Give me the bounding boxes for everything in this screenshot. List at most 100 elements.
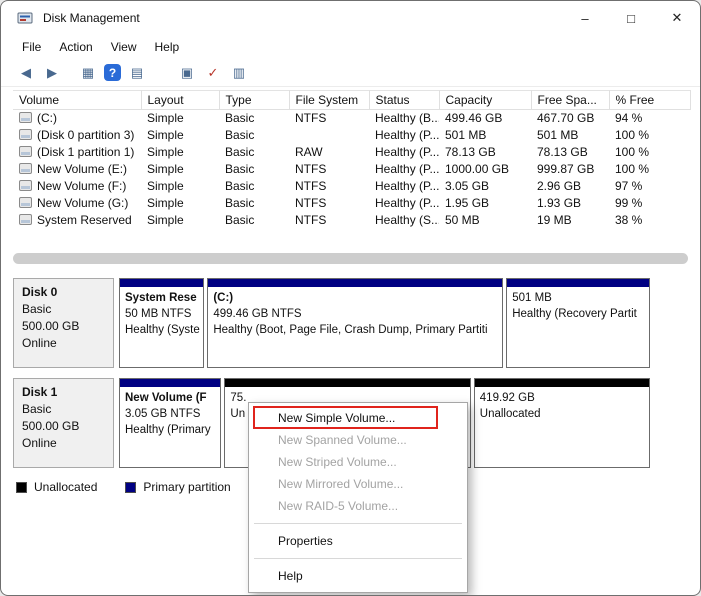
- partition-text-line: Healthy (Primary: [125, 422, 215, 438]
- cell-layout: Simple: [141, 195, 219, 212]
- partition-color-strip: [120, 279, 203, 287]
- partition[interactable]: New Volume (F3.05 GB NTFSHealthy (Primar…: [119, 378, 221, 468]
- legend-swatch: [125, 482, 136, 493]
- table-row[interactable]: (Disk 1 partition 1)SimpleBasicRAWHealth…: [13, 144, 690, 161]
- horizontal-scrollbar[interactable]: [13, 253, 688, 264]
- help-icon[interactable]: ?: [104, 64, 121, 81]
- cell-file-system: RAW: [289, 144, 369, 161]
- cell-type: Basic: [219, 127, 289, 144]
- cell-capacity: 1000.00 GB: [439, 161, 531, 178]
- volume-icon: [19, 129, 32, 140]
- menu-action[interactable]: Action: [50, 37, 101, 57]
- cell-volume: New Volume (F:): [13, 178, 141, 195]
- menu-bar: FileActionViewHelp: [1, 35, 700, 59]
- column-header-file-system[interactable]: File System: [289, 91, 369, 110]
- legend-swatch: [16, 482, 27, 493]
- column-header-status[interactable]: Status: [369, 91, 439, 110]
- maximize-button[interactable]: □: [608, 1, 654, 35]
- column-header-free-space[interactable]: Free Spa...: [531, 91, 609, 110]
- cell-capacity: 501 MB: [439, 127, 531, 144]
- cell-type: Basic: [219, 212, 289, 229]
- cell-free-space: 501 MB: [531, 127, 609, 144]
- forward-icon[interactable]: ▶: [42, 63, 62, 83]
- disk-size: 500.00 GB: [22, 418, 105, 435]
- legend-item-unallocated: Unallocated: [16, 480, 97, 494]
- toolbar: ◀ ▶ ▦? ▤ ▣ ✓ ▥: [1, 59, 700, 87]
- cell-free-space: 78.13 GB: [531, 144, 609, 161]
- disk-label-0[interactable]: Disk 0Basic500.00 GBOnline: [13, 278, 114, 368]
- partition[interactable]: 419.92 GBUnallocated: [474, 378, 650, 468]
- partition[interactable]: System Rese50 MB NTFSHealthy (Syste: [119, 278, 204, 368]
- menu-item-new-mirrored-volume[interactable]: New Mirrored Volume...: [251, 473, 465, 495]
- menu-separator: [254, 523, 462, 524]
- partition-area: System Rese50 MB NTFSHealthy (Syste(C:)4…: [119, 278, 688, 368]
- cell-volume: (Disk 0 partition 3): [13, 127, 141, 144]
- table-row[interactable]: New Volume (F:)SimpleBasicNTFSHealthy (P…: [13, 178, 690, 195]
- action-pane-icon[interactable]: ▤: [127, 63, 147, 83]
- column-header-pct-free[interactable]: % Free: [609, 91, 690, 110]
- minimize-button[interactable]: –: [562, 1, 608, 35]
- volume-name: (Disk 1 partition 1): [37, 145, 134, 159]
- cell-file-system: [289, 127, 369, 144]
- menu-item-help[interactable]: Help: [251, 565, 465, 587]
- volume-icon: [19, 180, 32, 191]
- menu-item-new-striped-volume[interactable]: New Striped Volume...: [251, 451, 465, 473]
- table-row[interactable]: (C:)SimpleBasicNTFSHealthy (B...499.46 G…: [13, 110, 690, 127]
- partition-text-line: Healthy (Boot, Page File, Crash Dump, Pr…: [213, 322, 497, 338]
- volume-icon: [19, 163, 32, 174]
- table-row[interactable]: System ReservedSimpleBasicNTFSHealthy (S…: [13, 212, 690, 229]
- volume-icon: [19, 214, 32, 225]
- cell-volume: New Volume (E:): [13, 161, 141, 178]
- disk-status: Online: [22, 435, 105, 452]
- column-header-layout[interactable]: Layout: [141, 91, 219, 110]
- view-options-icon[interactable]: ▥: [229, 63, 249, 83]
- cell-free-space: 999.87 GB: [531, 161, 609, 178]
- partition-text-line: (C:): [213, 290, 497, 306]
- menu-file[interactable]: File: [13, 37, 50, 57]
- back-icon[interactable]: ◀: [16, 63, 36, 83]
- disk-size: 500.00 GB: [22, 318, 105, 335]
- volume-name: New Volume (G:): [37, 196, 128, 210]
- menu-view[interactable]: View: [102, 37, 146, 57]
- cell-pct-free: 38 %: [609, 212, 690, 229]
- close-button[interactable]: ✕: [654, 1, 700, 35]
- console-tree-icon[interactable]: ▦: [78, 63, 98, 83]
- check-disk-icon[interactable]: ✓: [203, 63, 223, 83]
- legend-label: Primary partition: [143, 480, 230, 494]
- partition-color-strip: [475, 379, 649, 387]
- disk-label-1[interactable]: Disk 1Basic500.00 GBOnline: [13, 378, 114, 468]
- partition[interactable]: 501 MBHealthy (Recovery Partit: [506, 278, 650, 368]
- partition-text-line: Healthy (Recovery Partit: [512, 306, 644, 322]
- disk-list-icon[interactable]: ▣: [177, 63, 197, 83]
- column-header-capacity[interactable]: Capacity: [439, 91, 531, 110]
- partition-text-line: Healthy (Syste: [125, 322, 198, 338]
- partition-info: New Volume (F3.05 GB NTFSHealthy (Primar…: [120, 387, 220, 441]
- volume-icon: [19, 197, 32, 208]
- menu-help[interactable]: Help: [146, 37, 189, 57]
- menu-item-new-simple-volume[interactable]: New Simple Volume...: [251, 407, 465, 429]
- cell-status: Healthy (S...: [369, 212, 439, 229]
- cell-capacity: 499.46 GB: [439, 110, 531, 127]
- cell-layout: Simple: [141, 212, 219, 229]
- table-row[interactable]: New Volume (G:)SimpleBasicNTFSHealthy (P…: [13, 195, 690, 212]
- table-row[interactable]: New Volume (E:)SimpleBasicNTFSHealthy (P…: [13, 161, 690, 178]
- menu-item-new-spanned-volume[interactable]: New Spanned Volume...: [251, 429, 465, 451]
- table-row[interactable]: (Disk 0 partition 3)SimpleBasicHealthy (…: [13, 127, 690, 144]
- partition-info: 419.92 GBUnallocated: [475, 387, 649, 425]
- disk-name: Disk 0: [22, 284, 105, 301]
- cell-type: Basic: [219, 178, 289, 195]
- column-header-type[interactable]: Type: [219, 91, 289, 110]
- column-header-volume[interactable]: Volume: [13, 91, 141, 110]
- cell-layout: Simple: [141, 178, 219, 195]
- disk-type: Basic: [22, 301, 105, 318]
- menu-item-properties[interactable]: Properties: [251, 530, 465, 552]
- menu-item-new-raid-5-volume[interactable]: New RAID-5 Volume...: [251, 495, 465, 517]
- cell-free-space: 19 MB: [531, 212, 609, 229]
- partition-text-line: 499.46 GB NTFS: [213, 306, 497, 322]
- title-bar: Disk Management – □ ✕: [1, 1, 700, 35]
- cell-status: Healthy (P...: [369, 178, 439, 195]
- cell-type: Basic: [219, 195, 289, 212]
- cell-status: Healthy (P...: [369, 127, 439, 144]
- cell-pct-free: 100 %: [609, 144, 690, 161]
- partition[interactable]: (C:)499.46 GB NTFSHealthy (Boot, Page Fi…: [207, 278, 503, 368]
